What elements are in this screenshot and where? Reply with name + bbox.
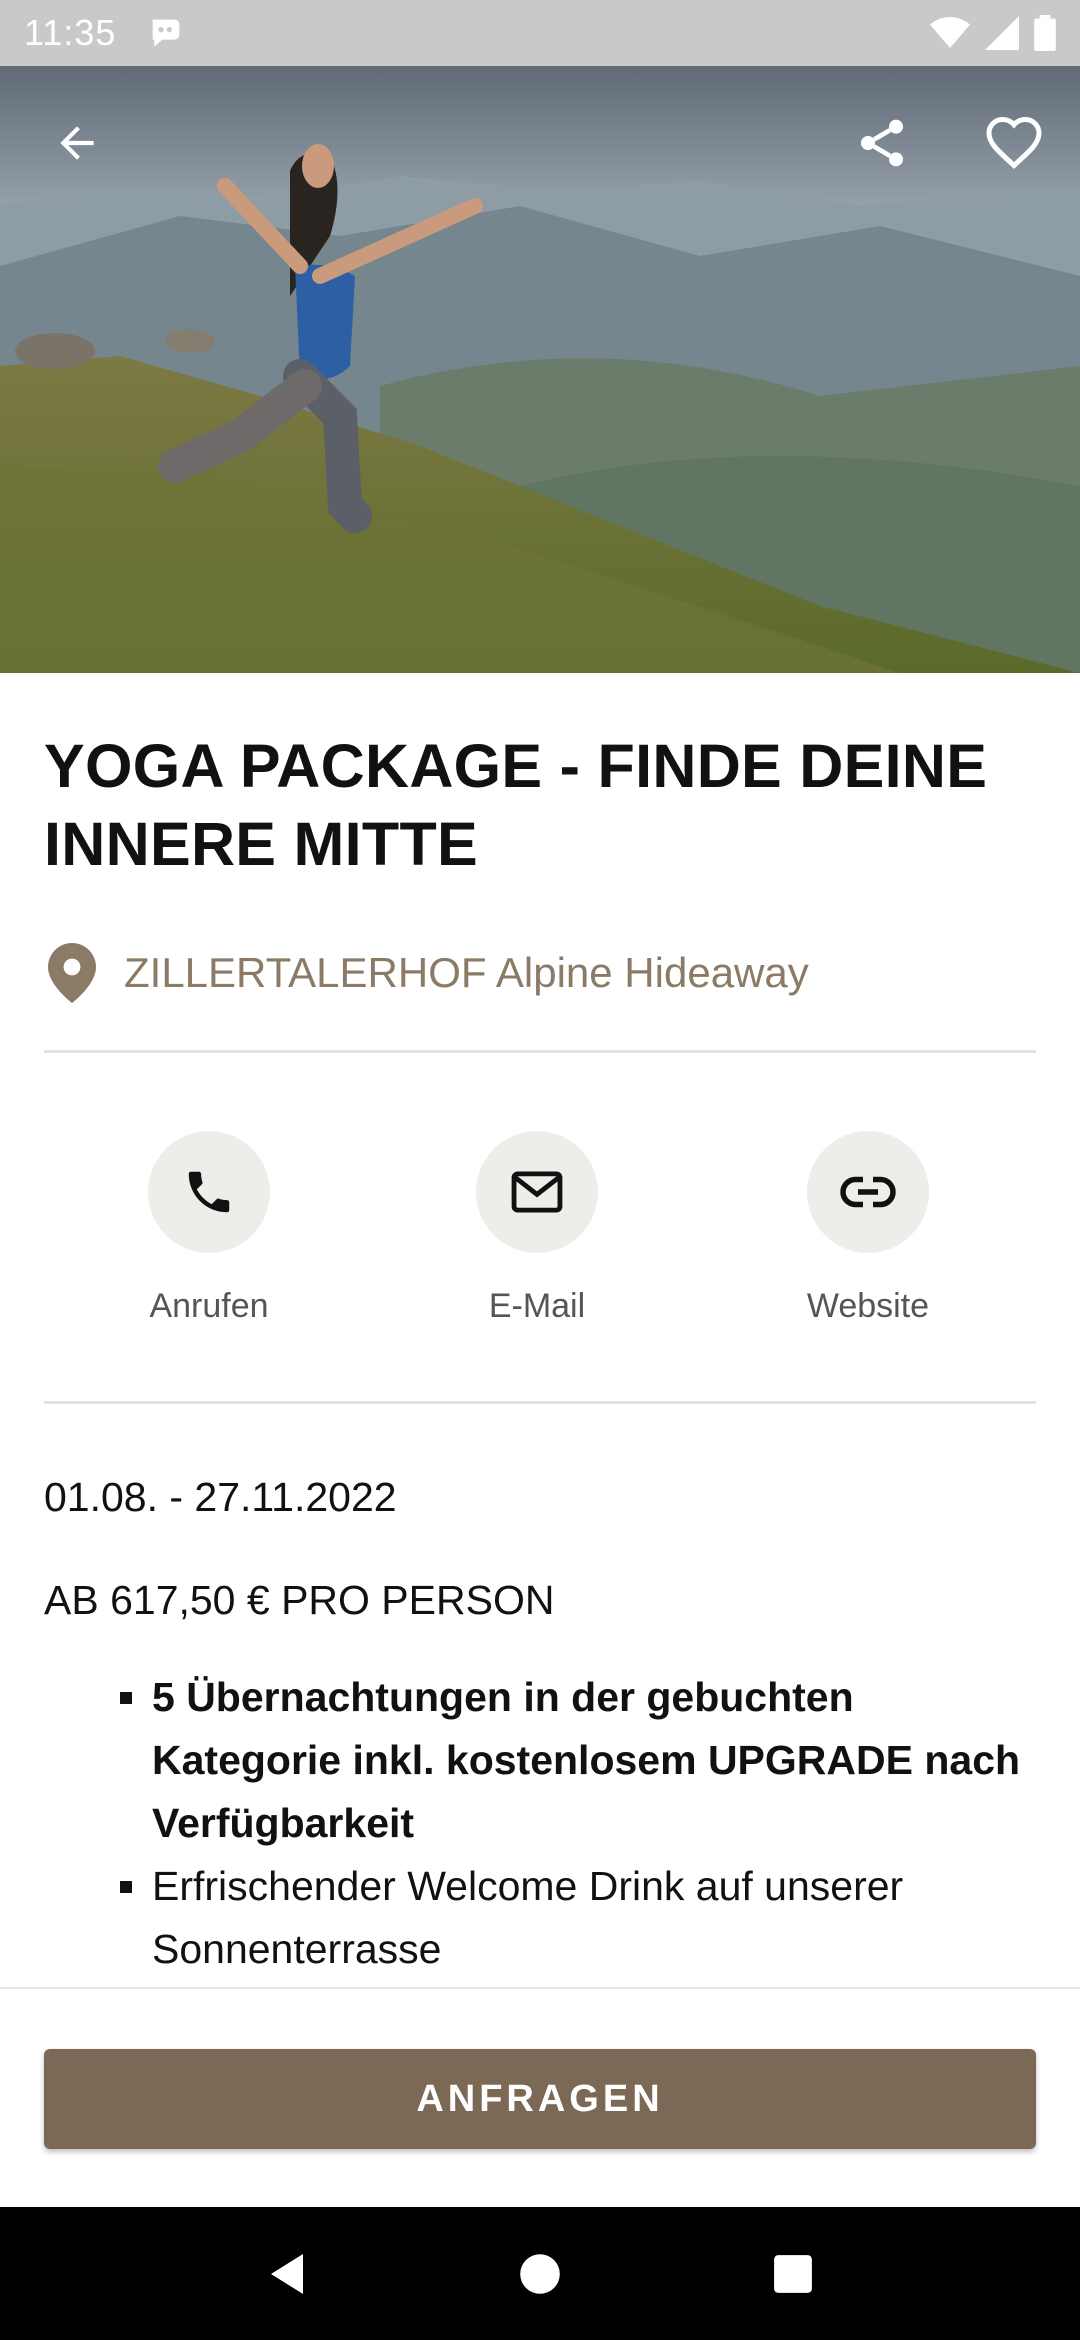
phone-icon [188,1171,230,1213]
link-icon [840,1176,896,1208]
website-label: Website [806,1287,930,1325]
list-item: Erfrischender Welcome Drink auf unserer … [120,1855,1036,1981]
package-price: AB 617,50 € PRO PERSON [44,1577,555,1623]
contact-actions: Anrufen E-Mail Website [44,1053,1036,1401]
share-button[interactable] [837,98,927,188]
email-button[interactable] [476,1131,598,1253]
heart-icon [986,116,1042,169]
nav-back-button[interactable] [242,2229,332,2319]
mail-icon [511,1171,563,1213]
bottom-action-bar: ANFRAGEN [0,1987,1080,2207]
circle-home-icon [520,2253,560,2294]
package-dates: 01.08. - 27.11.2022 [44,1474,397,1520]
system-navigation-bar [0,2207,1080,2340]
call-label: Anrufen [149,1287,269,1325]
notification-icon [153,19,180,47]
call-button[interactable] [148,1131,270,1253]
battery-icon [1034,15,1056,51]
website-button[interactable] [807,1131,929,1253]
status-bar: 11:35 [0,0,1080,66]
location-pin-icon [48,943,96,1003]
list-item: 5 Übernachtungen in der gebuchten Katego… [120,1666,1036,1855]
wifi-icon [930,17,970,48]
hero-image [0,66,1080,673]
email-action[interactable]: E-Mail [437,1053,637,1326]
nav-recents-button[interactable] [748,2229,838,2319]
email-label: E-Mail [488,1287,586,1325]
triangle-back-icon [270,2253,303,2294]
location-link[interactable]: ZILLERTALERHOF Alpine Hideaway [44,943,1036,1003]
detail-content: YOGA PACKAGE - FINDE DEINE INNERE MITTE … [44,673,1036,1981]
website-action[interactable]: Website [768,1053,968,1326]
share-icon [861,119,903,167]
location-name: ZILLERTALERHOF Alpine Hideaway [124,949,809,996]
signal-icon [985,16,1019,50]
call-action[interactable]: Anrufen [109,1053,309,1326]
divider [44,1401,1036,1404]
page-title: YOGA PACKAGE - FINDE DEINE INNERE MITTE [44,732,988,878]
favorite-button[interactable] [969,98,1059,188]
back-button[interactable] [32,98,122,188]
back-arrow-icon [60,126,94,160]
inquire-button[interactable]: ANFRAGEN [44,2049,1036,2149]
nav-home-button[interactable] [495,2229,585,2319]
package-features: 5 Übernachtungen in der gebuchten Katego… [44,1666,1036,1981]
square-recents-icon [774,2254,813,2293]
status-time: 11:35 [24,12,117,53]
